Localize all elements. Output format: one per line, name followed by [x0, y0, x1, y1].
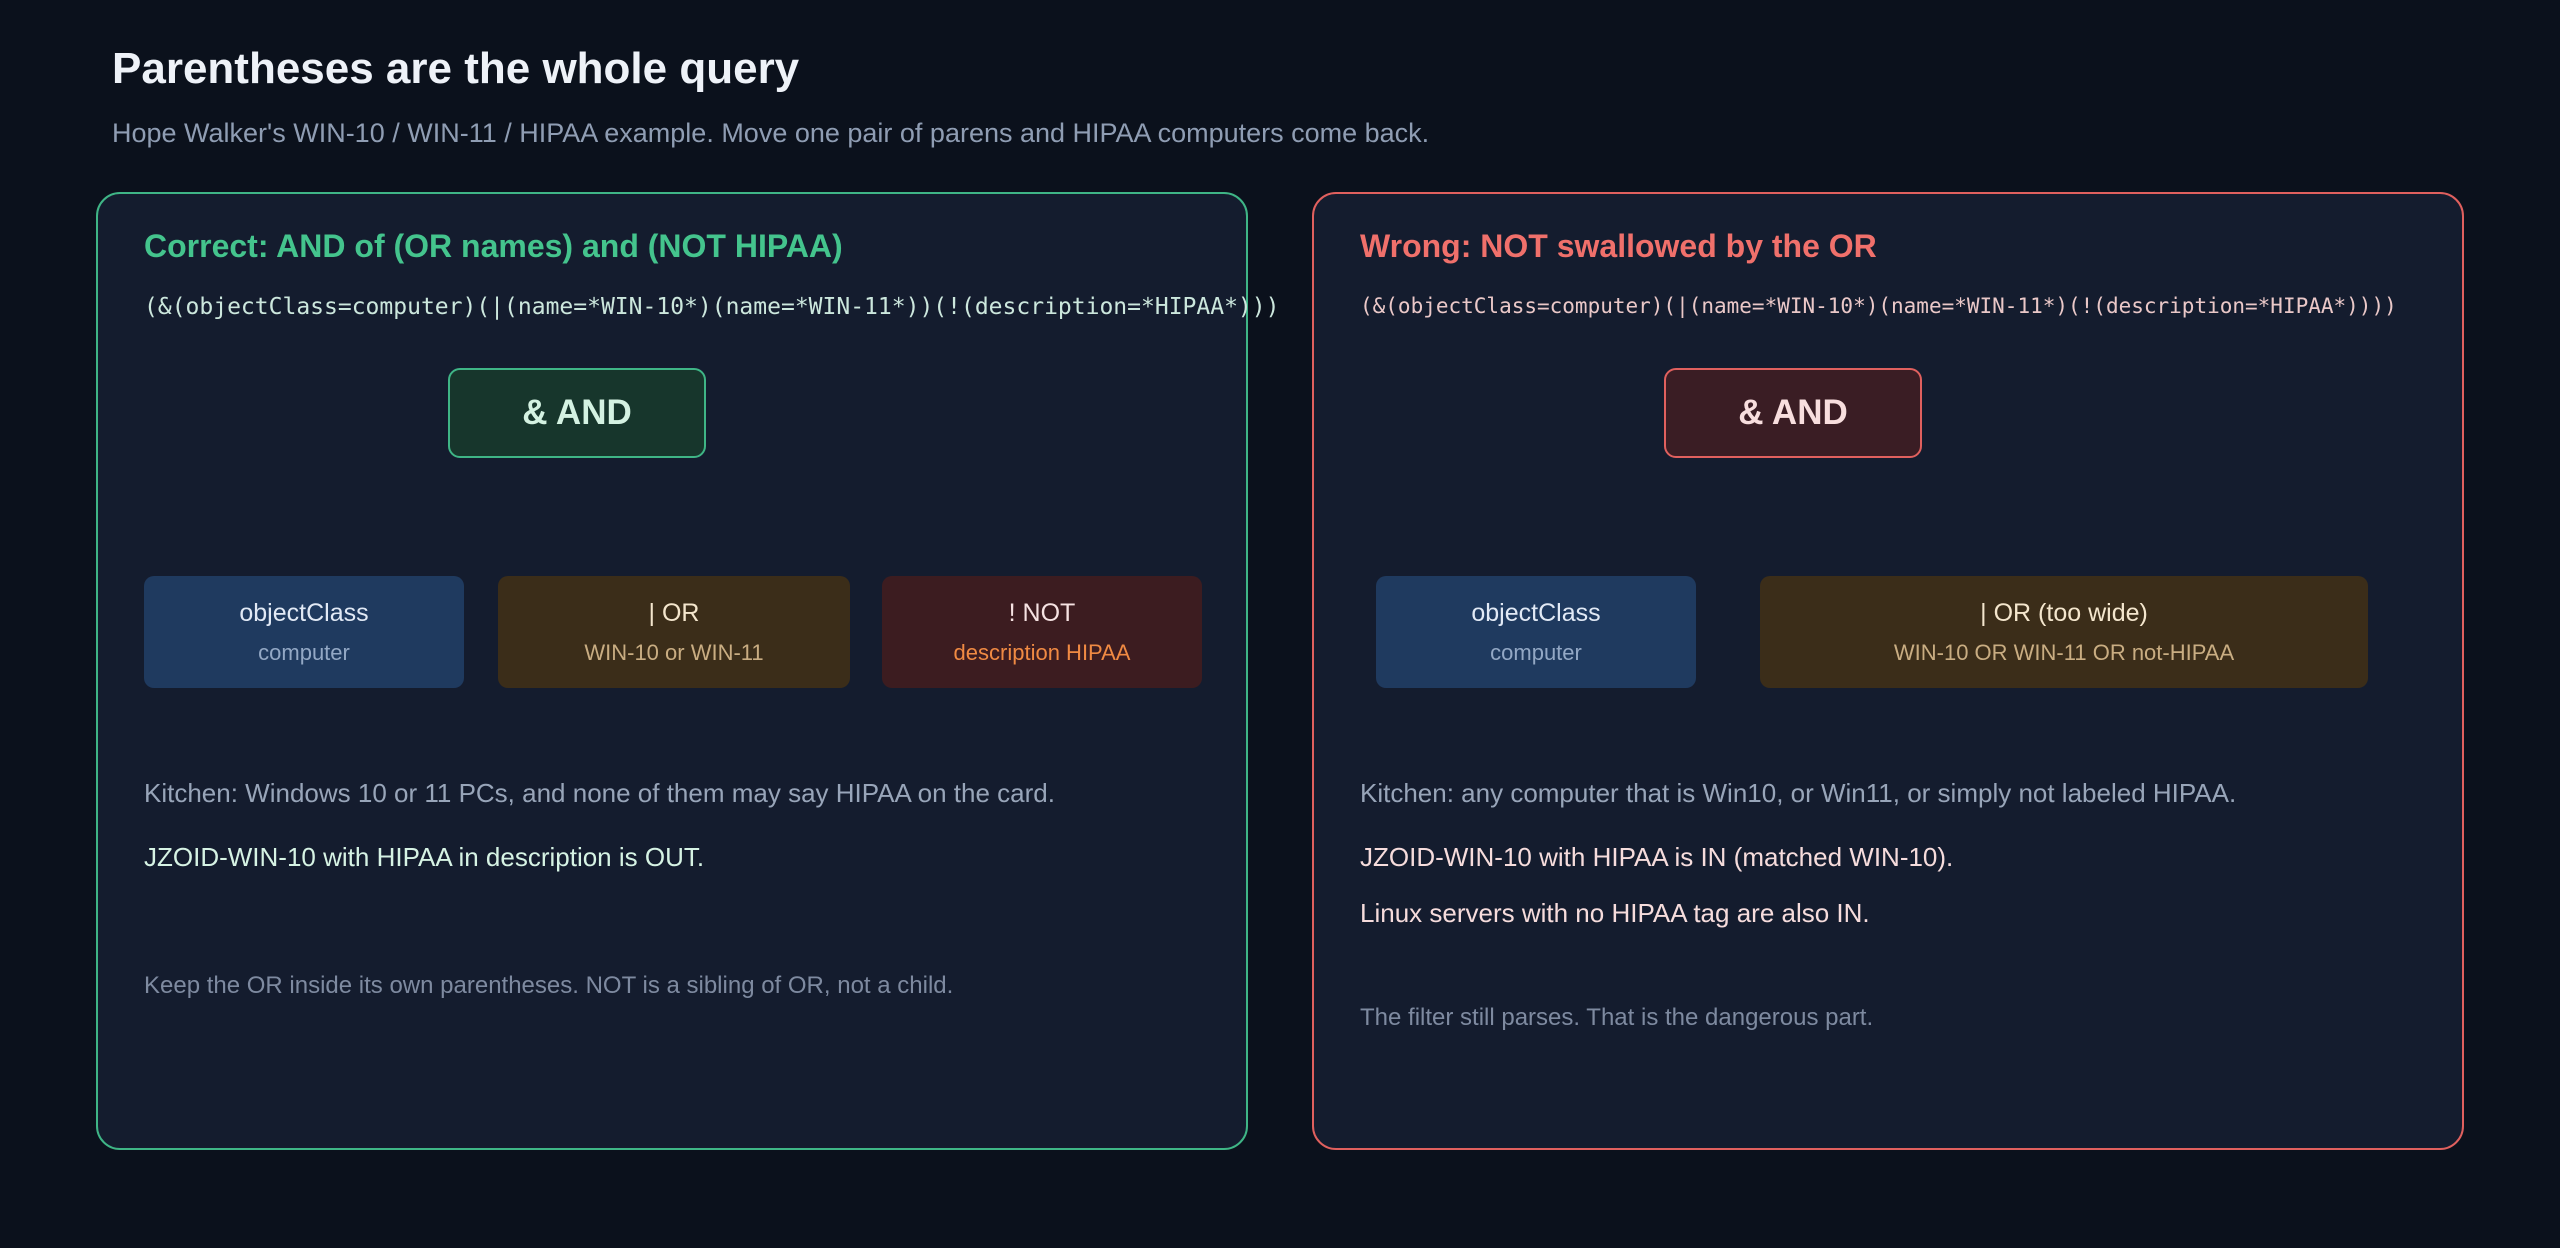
wrong-panel: Wrong: NOT swallowed by the OR (&(object…: [1312, 192, 2464, 1150]
not-node: ! NOT description HIPAA: [882, 576, 1202, 688]
or-node-too-wide: | OR (too wide) WIN-10 OR WIN-11 OR not-…: [1760, 576, 2368, 688]
result-line: Linux servers with no HIPAA tag are also…: [1360, 898, 1870, 928]
kitchen-analogy: Kitchen: Windows 10 or 11 PCs, and none …: [144, 778, 1055, 808]
correct-panel: Correct: AND of (OR names) and (NOT HIPA…: [96, 192, 1279, 1150]
node-sublabel: computer: [1490, 639, 1582, 665]
wrong-query: (&(objectClass=computer)(|(name=*WIN-10*…: [1360, 294, 2397, 318]
page-title: Parentheses are the whole query: [112, 44, 800, 93]
kitchen-analogy: Kitchen: any computer that is Win10, or …: [1360, 778, 2237, 808]
correct-query: (&(objectClass=computer)(|(name=*WIN-10*…: [144, 294, 1280, 320]
objectclass-node: objectClass computer: [1376, 576, 1696, 688]
node-label: objectClass: [239, 598, 369, 627]
footnote: The filter still parses. That is the dan…: [1360, 1004, 1874, 1031]
node-sublabel: WIN-10 OR WIN-11 OR not-HIPAA: [1893, 639, 2235, 665]
node-label: | OR: [648, 598, 700, 627]
result-line: JZOID-WIN-10 with HIPAA is IN (matched W…: [1360, 842, 1954, 872]
node-label: | OR (too wide): [1980, 598, 2148, 627]
objectclass-node: objectClass computer: [144, 576, 464, 688]
node-sublabel: computer: [258, 639, 350, 665]
result-line: JZOID-WIN-10 with HIPAA in description i…: [144, 842, 705, 872]
node-label: objectClass: [1471, 598, 1601, 627]
and-node: & AND: [448, 368, 706, 458]
or-node: | OR WIN-10 or WIN-11: [498, 576, 850, 688]
node-sublabel: description HIPAA: [953, 639, 1131, 665]
node-label: ! NOT: [1008, 598, 1076, 627]
correct-heading: Correct: AND of (OR names) and (NOT HIPA…: [144, 228, 843, 264]
and-node: & AND: [1664, 368, 1922, 458]
page-subtitle: Hope Walker's WIN-10 / WIN-11 / HIPAA ex…: [112, 118, 1430, 148]
node-sublabel: WIN-10 or WIN-11: [584, 639, 764, 665]
wrong-heading: Wrong: NOT swallowed by the OR: [1360, 228, 1877, 264]
footnote: Keep the OR inside its own parentheses. …: [144, 972, 954, 999]
